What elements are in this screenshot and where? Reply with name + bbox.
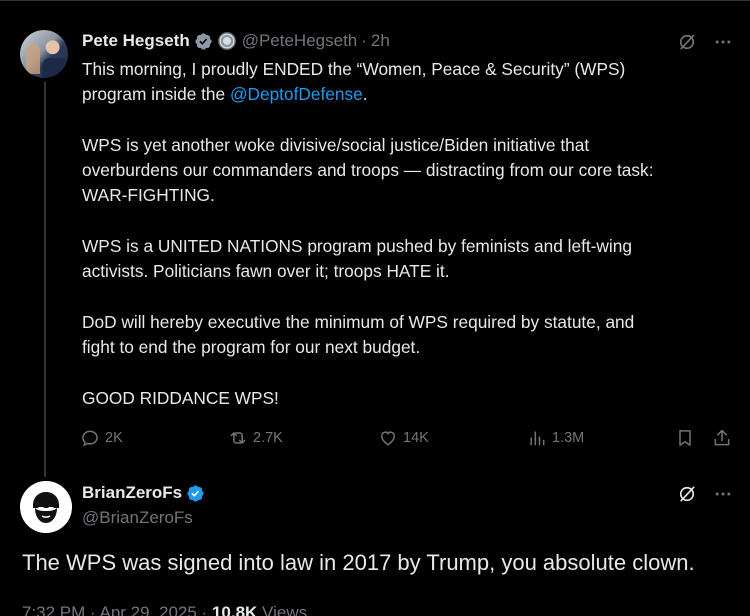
avatar[interactable] bbox=[20, 30, 68, 78]
tweet-line: overburdens our commanders and troops — … bbox=[82, 160, 654, 181]
reply-meta: 7:32 PM · Apr 29, 2025 · 10.8K Views bbox=[22, 603, 307, 616]
tweet-header: Pete Hegseth @PeteHegseth · 2h bbox=[82, 30, 390, 52]
more-icon[interactable] bbox=[712, 31, 734, 53]
reply-count: 2K bbox=[105, 430, 123, 446]
repost-icon bbox=[230, 432, 246, 444]
grok-icon[interactable] bbox=[676, 31, 698, 53]
tweet-line: GOOD RIDDANCE WPS! bbox=[82, 387, 279, 408]
tweet-line: WPS is yet another woke divisive/social … bbox=[82, 134, 590, 155]
timestamp[interactable]: 2h bbox=[371, 31, 390, 51]
views-count: 1.3M bbox=[552, 430, 585, 446]
tweet-line: program inside the @DeptofDefense. bbox=[82, 84, 368, 105]
more-icon[interactable] bbox=[712, 483, 734, 505]
tweet-line: fight to end the program for our next bu… bbox=[82, 337, 421, 358]
reply-author-name[interactable]: BrianZeroFs bbox=[82, 483, 182, 503]
views-button[interactable]: 1.3M bbox=[527, 428, 584, 448]
views-icon bbox=[530, 431, 545, 446]
tweet-actions: 2K 2.7K 14K 1.3M bbox=[80, 428, 735, 450]
tweet-line: DoD will hereby executive the minimum of… bbox=[82, 311, 635, 332]
bookmark-icon bbox=[679, 430, 691, 446]
like-button[interactable]: 14K bbox=[378, 428, 429, 448]
tweet-line: This morning, I proudly ENDED the “Women… bbox=[82, 59, 626, 79]
reply-views-count: 10.8K bbox=[211, 603, 258, 616]
reply-author-handle[interactable]: @BrianZeroFs bbox=[82, 508, 205, 528]
mention-link[interactable]: @DeptofDefense bbox=[230, 84, 363, 104]
verified-icon bbox=[187, 484, 204, 502]
repost-count: 2.7K bbox=[253, 430, 283, 446]
reply-text: The WPS was signed into law in 2017 by T… bbox=[22, 550, 695, 575]
like-count: 14K bbox=[403, 430, 429, 446]
reply-views-label: Views bbox=[257, 603, 308, 616]
reply-avatar[interactable] bbox=[20, 481, 72, 533]
author-name[interactable]: Pete Hegseth bbox=[82, 31, 190, 51]
author-handle[interactable]: @PeteHegseth bbox=[242, 31, 358, 51]
reply-timestamp[interactable]: 7:32 PM · Apr 29, 2025 · bbox=[22, 603, 212, 616]
bookmark-button[interactable] bbox=[675, 428, 695, 448]
thread-line bbox=[44, 82, 46, 477]
grok-icon[interactable] bbox=[676, 483, 698, 505]
repost-button[interactable]: 2.7K bbox=[228, 428, 283, 448]
share-icon bbox=[714, 429, 730, 446]
tweet-line: activists. Politicians fawn over it; tro… bbox=[82, 261, 450, 282]
tweet-text: This morning, I proudly ENDED the “Women… bbox=[82, 57, 732, 411]
reply-icon bbox=[82, 430, 98, 447]
reply-top-actions bbox=[676, 483, 734, 505]
reply-button[interactable]: 2K bbox=[80, 428, 123, 448]
separator: · bbox=[361, 31, 367, 50]
tweet-line: WPS is a UNITED NATIONS program pushed b… bbox=[82, 236, 632, 257]
bearded-face-icon bbox=[20, 481, 72, 533]
verified-icon bbox=[195, 32, 212, 50]
like-icon bbox=[380, 431, 396, 446]
gov-badge-icon bbox=[217, 32, 236, 50]
top-divider bbox=[0, 0, 750, 6]
tweet-top-actions bbox=[676, 31, 734, 53]
reply-header: BrianZeroFs @BrianZeroFs bbox=[82, 482, 205, 528]
tweet-line: WAR-FIGHTING. bbox=[82, 185, 215, 206]
share-button[interactable] bbox=[712, 428, 732, 448]
